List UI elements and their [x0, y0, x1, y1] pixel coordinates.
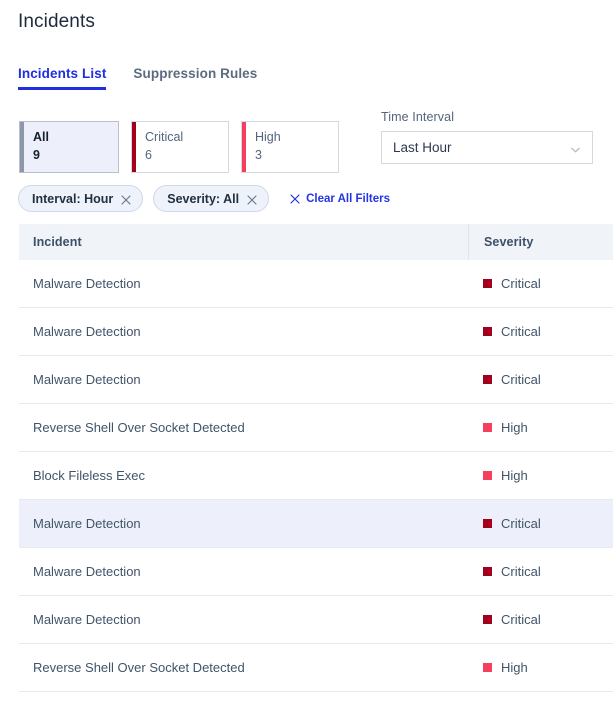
table-header-row: Incident Severity: [19, 224, 613, 260]
cell-severity: High: [468, 660, 613, 675]
severity-label: High: [501, 660, 528, 675]
severity-indicator-icon: [483, 615, 492, 624]
severity-indicator-icon: [483, 663, 492, 672]
cell-incident: Block Fileless Exec: [33, 468, 145, 483]
cell-severity: Critical: [468, 276, 613, 291]
stat-card-label: Critical: [145, 130, 184, 144]
severity-label: Critical: [501, 324, 541, 339]
stat-card-all[interactable]: All 9: [19, 121, 119, 173]
cell-incident: Malware Detection: [33, 516, 141, 531]
tab-incidents-list[interactable]: Incidents List: [18, 66, 107, 90]
close-icon[interactable]: [121, 194, 131, 205]
stat-card-value: 6: [145, 148, 152, 162]
severity-indicator-icon: [483, 423, 492, 432]
incidents-table: Incident Severity Malware Detection Crit…: [19, 224, 613, 692]
cell-incident: Reverse Shell Over Socket Detected: [33, 660, 245, 675]
close-icon: [290, 193, 300, 204]
cell-incident: Reverse Shell Over Socket Detected: [33, 420, 245, 435]
time-interval-block: Time Interval Last Hour: [381, 110, 593, 164]
table-row[interactable]: Malware Detection Critical: [19, 500, 613, 548]
severity-indicator-icon: [483, 471, 492, 480]
cell-severity: High: [468, 420, 613, 435]
table-row[interactable]: Reverse Shell Over Socket Detected High: [19, 644, 613, 692]
severity-label: Critical: [501, 516, 541, 531]
table-row[interactable]: Reverse Shell Over Socket Detected High: [19, 404, 613, 452]
time-interval-value: Last Hour: [393, 140, 452, 155]
severity-label: Critical: [501, 612, 541, 627]
cell-incident: Malware Detection: [33, 324, 141, 339]
filter-chip-label: Severity: All: [167, 191, 240, 206]
severity-indicator-icon: [483, 327, 492, 336]
stat-card-row: All 9 Critical 6 High 3: [19, 121, 339, 173]
stat-card-value: 3: [255, 148, 262, 162]
stat-card-label: All: [33, 130, 49, 144]
column-header-severity[interactable]: Severity: [468, 224, 613, 260]
page-title: Incidents: [18, 11, 95, 32]
stat-card-critical[interactable]: Critical 6: [131, 121, 229, 173]
tab-bar: Incidents List Suppression Rules: [18, 58, 257, 90]
table-row[interactable]: Malware Detection Critical: [19, 260, 613, 308]
cell-incident: Malware Detection: [33, 612, 141, 627]
cell-severity: Critical: [468, 372, 613, 387]
tab-label: Suppression Rules: [133, 66, 258, 81]
cell-severity: Critical: [468, 324, 613, 339]
table-row[interactable]: Block Fileless Exec High: [19, 452, 613, 500]
cell-incident: Malware Detection: [33, 276, 141, 291]
table-row[interactable]: Malware Detection Critical: [19, 356, 613, 404]
severity-label: Critical: [501, 564, 541, 579]
column-header-incident[interactable]: Incident: [19, 235, 468, 249]
severity-indicator-icon: [483, 567, 492, 576]
severity-indicator-icon: [483, 375, 492, 384]
time-interval-select[interactable]: Last Hour: [381, 131, 593, 164]
incidents-page: Incidents Incidents List Suppression Rul…: [0, 0, 613, 717]
chevron-down-icon: [570, 142, 581, 153]
cell-severity: Critical: [468, 564, 613, 579]
severity-indicator-icon: [483, 519, 492, 528]
cell-incident: Malware Detection: [33, 372, 141, 387]
severity-indicator-icon: [483, 279, 492, 288]
table-row[interactable]: Malware Detection Critical: [19, 596, 613, 644]
severity-label: High: [501, 468, 528, 483]
table-row[interactable]: Malware Detection Critical: [19, 548, 613, 596]
filter-chip-interval[interactable]: Interval: Hour: [18, 185, 144, 212]
filter-chip-row: Interval: Hour Severity: All Clear All F…: [18, 185, 390, 212]
stat-card-high[interactable]: High 3: [241, 121, 339, 173]
table-row[interactable]: Malware Detection Critical: [19, 308, 613, 356]
time-interval-label: Time Interval: [381, 110, 455, 124]
cell-severity: High: [468, 468, 613, 483]
filter-chip-severity[interactable]: Severity: All: [153, 185, 270, 212]
cell-severity: Critical: [468, 612, 613, 627]
severity-label: Critical: [501, 276, 541, 291]
tab-label: Incidents List: [18, 66, 107, 81]
cell-incident: Malware Detection: [33, 564, 141, 579]
filter-chip-label: Interval: Hour: [32, 191, 114, 206]
tab-suppression-rules[interactable]: Suppression Rules: [133, 66, 257, 90]
severity-label: High: [501, 420, 528, 435]
clear-all-filters-button[interactable]: Clear All Filters: [290, 193, 390, 205]
stat-card-value: 9: [33, 148, 40, 162]
clear-all-filters-label: Clear All Filters: [306, 192, 390, 205]
close-icon[interactable]: [247, 194, 257, 205]
cell-severity: Critical: [468, 516, 613, 531]
stat-card-label: High: [255, 130, 281, 144]
severity-label: Critical: [501, 372, 541, 387]
